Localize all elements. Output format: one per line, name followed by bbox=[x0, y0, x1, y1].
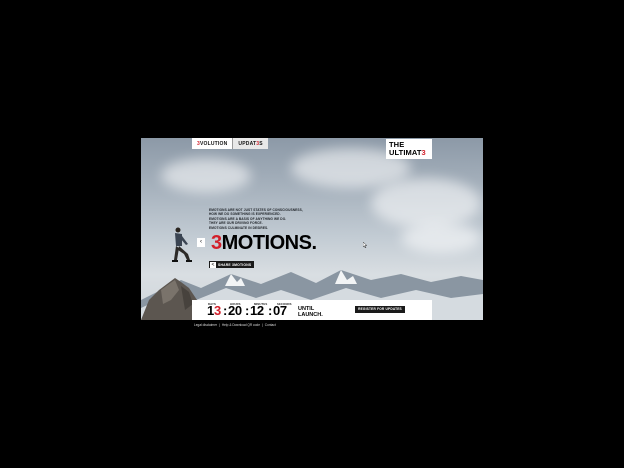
intro-line: EMOTIONS CULMINATE IN DESIRES. bbox=[209, 225, 269, 230]
tab-updates-label-pre: UPDAT bbox=[238, 141, 257, 147]
share-label: SHARE 3MOTIONS bbox=[218, 262, 252, 267]
logo-accent: 3 bbox=[421, 148, 426, 157]
countdown-minutes: 12 bbox=[250, 303, 264, 318]
climber-figure bbox=[172, 227, 192, 262]
separator: : bbox=[223, 303, 228, 318]
previous-arrow-icon[interactable]: ‹ bbox=[197, 238, 205, 247]
countdown-hours: 20 bbox=[228, 303, 242, 318]
brand-logo[interactable]: THE ULTIMAT3 bbox=[386, 139, 432, 159]
register-for-updates-button[interactable]: REGISTER FOR UPDATES bbox=[355, 306, 405, 313]
logo-line-2-text: ULTIMAT bbox=[389, 148, 422, 157]
intro-text: EMOTIONS ARE NOT JUST STATES OF CONSCIOU… bbox=[209, 208, 319, 230]
footer-contact-link[interactable]: Contact bbox=[265, 323, 276, 327]
footer-links: Legal disclaimer | Help & Download QR co… bbox=[194, 323, 276, 327]
footer-legal-link[interactable]: Legal disclaimer bbox=[194, 323, 217, 327]
tab-updates-label-post: S bbox=[259, 141, 263, 147]
tab-updates[interactable]: UPDAT3S bbox=[232, 138, 268, 149]
logo-line-2: ULTIMAT3 bbox=[389, 149, 429, 157]
cloud bbox=[161, 158, 251, 193]
days-digit-2: 3 bbox=[213, 303, 221, 318]
share-icon: < bbox=[210, 261, 216, 268]
separator: : bbox=[268, 303, 273, 318]
countdown-seconds: 07 bbox=[273, 303, 287, 318]
tab-evolution[interactable]: 3VOLUTION bbox=[192, 138, 233, 149]
cloud bbox=[401, 223, 481, 253]
countdown-days: 13 bbox=[207, 304, 221, 318]
tab-evolution-label: VOLUTION bbox=[199, 141, 228, 147]
footer-separator: | bbox=[219, 323, 220, 327]
footer-separator: | bbox=[261, 323, 263, 327]
footer-help-link[interactable]: Help & Download QR code bbox=[222, 323, 260, 327]
cloud bbox=[371, 178, 481, 228]
page-headline: 3MOTIONS. bbox=[211, 233, 317, 253]
headline-accent: 3 bbox=[211, 232, 222, 254]
mouse-cursor-icon bbox=[363, 242, 367, 248]
until-launch-text: UNTIL LAUNCH. bbox=[298, 306, 323, 318]
days-digit-1: 1 bbox=[207, 303, 214, 318]
top-navigation: 3VOLUTION UPDAT3S bbox=[192, 138, 268, 149]
share-button[interactable]: < SHARE 3MOTIONS bbox=[209, 261, 255, 268]
headline-text: MOTIONS. bbox=[221, 232, 317, 254]
countdown-bar: DAYS HOURS MINUTES SECONDS 13 : 20 : 12 … bbox=[192, 300, 432, 320]
separator: : bbox=[245, 303, 250, 318]
until-line-2: LAUNCH. bbox=[298, 312, 323, 318]
